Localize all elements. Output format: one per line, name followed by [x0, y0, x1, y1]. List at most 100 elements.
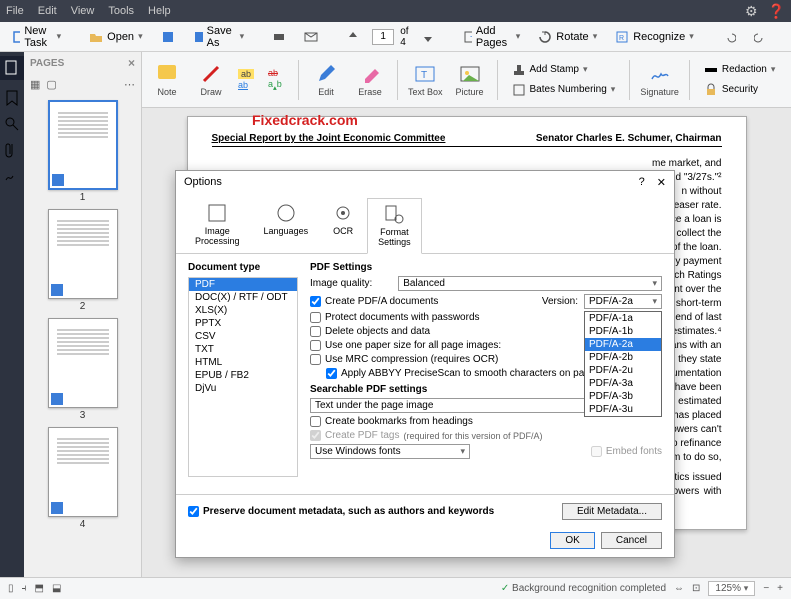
underline-tool[interactable]: ab	[238, 80, 258, 90]
doc-type-list[interactable]: PDF DOC(X) / RTF / ODT XLS(X) PPTX CSV T…	[188, 277, 298, 477]
security-button[interactable]: Security	[700, 81, 780, 99]
page-thumb-3[interactable]	[48, 318, 118, 408]
save-as-button[interactable]: Save As▾	[187, 22, 251, 52]
add-pages-button[interactable]: + Add Pages▾	[457, 22, 527, 52]
pages-icon[interactable]	[0, 56, 24, 80]
view-mode-1-icon[interactable]: ▯	[8, 583, 14, 594]
insert-text-tool[interactable]: a▴b	[268, 79, 288, 92]
redo-button[interactable]	[748, 27, 774, 47]
edit-metadata-button[interactable]: Edit Metadata...	[562, 503, 662, 520]
doc-type-csv[interactable]: CSV	[189, 330, 297, 343]
print-button[interactable]	[266, 27, 292, 47]
draw-tool[interactable]: Draw	[194, 63, 228, 97]
open-button[interactable]: Open▾	[83, 27, 148, 47]
edit-tool[interactable]: Edit	[309, 63, 343, 97]
version-opt-3b[interactable]: PDF/A-3b	[585, 390, 661, 403]
tab-languages[interactable]: Languages	[253, 197, 320, 253]
signature-sidebar-icon[interactable]	[4, 168, 20, 184]
thumb-small-icon[interactable]: ▦	[30, 78, 40, 91]
highlight-tool[interactable]: ab	[238, 69, 258, 79]
protect-checkbox[interactable]	[310, 312, 321, 323]
settings-icon[interactable]: ⚙	[745, 3, 758, 20]
version-opt-3a[interactable]: PDF/A-3a	[585, 377, 661, 390]
new-task-button[interactable]: New Task▾	[6, 22, 67, 52]
textbox-tool[interactable]: TText Box	[408, 63, 443, 97]
doc-type-epub[interactable]: EPUB / FB2	[189, 369, 297, 382]
view-mode-3-icon[interactable]: ⬒	[35, 583, 44, 594]
bookmarks-checkbox[interactable]	[310, 416, 321, 427]
bookmark-icon[interactable]	[4, 90, 20, 106]
version-dropdown[interactable]: PDF/A-1a PDF/A-1b PDF/A-2a PDF/A-2b PDF/…	[584, 311, 662, 417]
doc-type-pdf[interactable]: PDF	[189, 278, 297, 291]
version-opt-2a[interactable]: PDF/A-2a	[585, 338, 661, 351]
create-pdfa-checkbox[interactable]	[310, 296, 321, 307]
bates-button[interactable]: Bates Numbering▾	[508, 81, 620, 99]
erase-tool[interactable]: Erase	[353, 63, 387, 97]
image-quality-select[interactable]: Balanced▾	[398, 276, 662, 291]
rotate-button[interactable]: Rotate▾	[532, 27, 603, 47]
doc-type-xls[interactable]: XLS(X)	[189, 304, 297, 317]
search-icon[interactable]	[4, 116, 20, 132]
page-thumb-4[interactable]	[48, 427, 118, 517]
view-mode-2-icon[interactable]: ⫞	[22, 583, 27, 594]
redaction-button[interactable]: Redaction▾	[700, 61, 780, 79]
note-tool[interactable]: Note	[150, 63, 184, 97]
page-thumb-1[interactable]	[48, 100, 118, 190]
menu-file[interactable]: File	[6, 5, 24, 17]
help-icon[interactable]: ❓	[768, 3, 785, 20]
version-opt-2b[interactable]: PDF/A-2b	[585, 351, 661, 364]
ok-button[interactable]: OK	[550, 532, 594, 549]
picture-tool[interactable]: Picture	[453, 63, 487, 97]
delete-objects-checkbox[interactable]	[310, 326, 321, 337]
add-stamp-button[interactable]: Add Stamp▾	[508, 61, 620, 79]
attachment-icon[interactable]	[4, 142, 20, 158]
mrc-checkbox[interactable]	[310, 354, 321, 365]
version-opt-1a[interactable]: PDF/A-1a	[585, 312, 661, 325]
version-opt-2u[interactable]: PDF/A-2u	[585, 364, 661, 377]
tab-ocr[interactable]: OCR	[321, 197, 365, 253]
view-mode-4-icon[interactable]: ⬓	[52, 583, 61, 594]
precisescan-checkbox[interactable]	[326, 368, 337, 379]
menu-help[interactable]: Help	[148, 5, 171, 17]
preserve-metadata-checkbox[interactable]	[188, 506, 199, 517]
page-thumb-2[interactable]	[48, 209, 118, 299]
email-button[interactable]	[298, 27, 324, 47]
tab-format-settings[interactable]: Format Settings	[367, 198, 422, 254]
zoom-out-button[interactable]: −	[763, 583, 769, 594]
recognize-button[interactable]: R Recognize▾	[609, 27, 700, 47]
menu-edit[interactable]: Edit	[38, 5, 57, 17]
doc-type-doc[interactable]: DOC(X) / RTF / ODT	[189, 291, 297, 304]
save-button[interactable]	[155, 27, 181, 47]
pages-panel-close[interactable]: ×	[128, 56, 135, 70]
svg-text:+: +	[470, 32, 472, 41]
dialog-close-icon[interactable]: ✕	[657, 176, 666, 189]
doc-type-pptx[interactable]: PPTX	[189, 317, 297, 330]
version-opt-3u[interactable]: PDF/A-3u	[585, 403, 661, 416]
zoom-level[interactable]: 125% ▾	[708, 581, 755, 596]
dialog-help-icon[interactable]: ?	[639, 176, 645, 189]
fit-page-icon[interactable]: ⊡	[692, 583, 700, 594]
menu-view[interactable]: View	[71, 5, 95, 17]
prev-page-button[interactable]	[340, 27, 366, 47]
tab-image-processing[interactable]: Image Processing	[184, 197, 251, 253]
signature-tool[interactable]: Signature	[640, 63, 679, 97]
version-opt-1b[interactable]: PDF/A-1b	[585, 325, 661, 338]
thumb-large-icon[interactable]: ▢	[46, 78, 56, 91]
undo-button[interactable]	[716, 27, 742, 47]
next-page-button[interactable]	[415, 27, 441, 47]
fit-width-icon[interactable]: ⇔	[674, 583, 684, 594]
doc-type-djvu[interactable]: DjVu	[189, 382, 297, 395]
version-select[interactable]: PDF/A-2a▾	[584, 294, 662, 309]
doc-type-html[interactable]: HTML	[189, 356, 297, 369]
page-title-left: Special Report by the Joint Economic Com…	[212, 133, 446, 144]
page-input[interactable]	[372, 29, 394, 45]
menu-tools[interactable]: Tools	[108, 5, 134, 17]
cancel-button[interactable]: Cancel	[601, 532, 662, 549]
strikeout-tool[interactable]: ab	[268, 68, 288, 78]
zoom-in-button[interactable]: +	[777, 583, 783, 594]
doc-type-txt[interactable]: TXT	[189, 343, 297, 356]
add-pages-icon: +	[463, 30, 472, 44]
one-paper-checkbox[interactable]	[310, 340, 321, 351]
fonts-select[interactable]: Use Windows fonts▾	[310, 444, 470, 459]
svg-text:R: R	[619, 35, 624, 42]
